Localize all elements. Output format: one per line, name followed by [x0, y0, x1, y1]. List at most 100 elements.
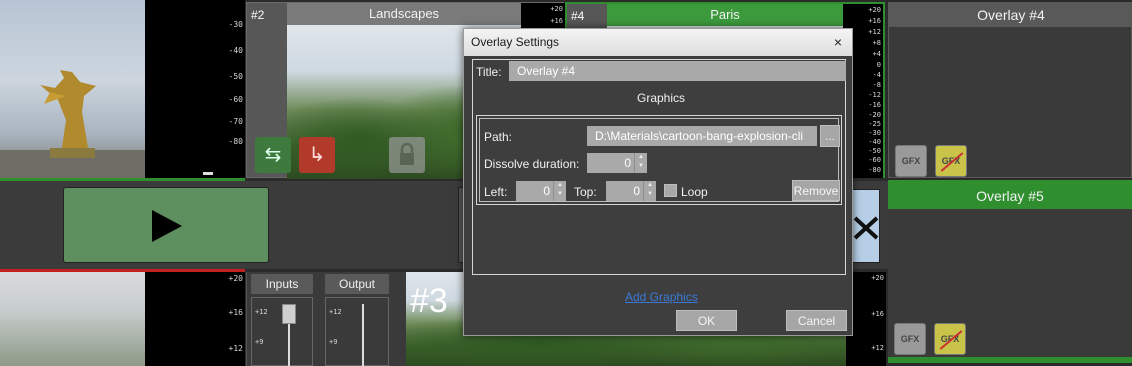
dialog-title: Overlay Settings [471, 35, 560, 49]
left-value: 0 [543, 184, 550, 198]
meter-tick: -16 [868, 101, 881, 109]
add-graphics-link[interactable]: Add Graphics [625, 290, 698, 304]
top-label: Top: [574, 185, 597, 199]
cut-icon[interactable]: ↳ [299, 137, 335, 173]
preview-top-left[interactable] [0, 0, 145, 178]
meter-tick: -12 [868, 91, 881, 99]
input-number: #2 [251, 8, 265, 22]
browse-button[interactable]: ... [820, 125, 840, 147]
play-icon [152, 210, 182, 242]
input-number: #4 [571, 9, 585, 23]
gfx-off-button[interactable]: GFX [935, 145, 967, 177]
dissolve-duration-value: 0 [624, 156, 631, 170]
meter-tick: +12 [228, 344, 243, 353]
fader-tick: +9 [329, 338, 338, 346]
meter-tick: +4 [872, 50, 881, 58]
top-value: 0 [633, 184, 640, 198]
left-stepper[interactable]: 0 ▲ ▼ [516, 181, 566, 201]
close-icon[interactable]: × [834, 29, 842, 56]
gfx-label: GFX [940, 334, 960, 344]
meter-tick: +16 [868, 17, 881, 25]
meter-tick: +16 [550, 17, 563, 25]
left-label: Left: [484, 185, 508, 199]
meter-tick: +20 [550, 5, 563, 13]
output-tab[interactable]: Output [325, 274, 389, 294]
path-label: Path: [484, 130, 513, 144]
gfx-off-button[interactable]: GFX [934, 323, 966, 355]
loop-label: Loop [681, 185, 708, 199]
meter-tick: -4 [872, 71, 881, 79]
dissolve-duration-stepper[interactable]: 0 ▲ ▼ [587, 153, 647, 173]
meter-tick: +12 [871, 344, 884, 352]
fader-tick: +9 [255, 338, 264, 346]
graphics-item-box: Path: D:\Materials\cartoon-bang-explosio… [476, 115, 842, 205]
stop-button[interactable] [852, 189, 880, 263]
meter-tick: +16 [228, 308, 243, 317]
lock-icon[interactable] [389, 137, 425, 173]
output-fader-box: +12 +9 [325, 297, 389, 366]
spin-arrows-icon[interactable]: ▲ ▼ [634, 153, 647, 173]
meter-tick: -25 [868, 120, 881, 128]
meter-tick: -8 [872, 81, 881, 89]
graphics-item-inner: Path: D:\Materials\cartoon-bang-explosio… [479, 118, 840, 202]
audio-mixer: Inputs Output +12 +9 +12 +9 [246, 272, 406, 366]
title-label: Title: [476, 65, 502, 79]
meter-tick: -70 [228, 117, 243, 126]
fader-tick: +12 [329, 308, 342, 316]
loop-checkbox[interactable] [664, 184, 677, 197]
gfx-button[interactable]: GFX [895, 145, 927, 177]
meter-tick: +20 [871, 274, 884, 282]
meter-tick: -50 [868, 147, 881, 155]
meter-tick: -30 [228, 20, 243, 29]
meter-tick: +20 [868, 6, 881, 14]
gfx-button[interactable]: GFX [894, 323, 926, 355]
input-number-large: #3 [410, 282, 448, 320]
preview-bottom-left-meter: +20 +16 +12 [145, 272, 245, 366]
meter-tick: -80 [868, 166, 881, 174]
spin-arrows-icon[interactable]: ▲ ▼ [643, 181, 656, 201]
meter-tick: +8 [872, 39, 881, 47]
meter-tick: -60 [868, 156, 881, 164]
dialog-title-bar[interactable]: Overlay Settings [464, 29, 852, 56]
spin-arrows-icon[interactable]: ▲ ▼ [553, 181, 566, 201]
inputs-fader-handle[interactable] [282, 304, 296, 324]
meter-tick: -20 [868, 111, 881, 119]
inputs-tab[interactable]: Inputs [251, 274, 313, 294]
graphics-heading: Graphics [637, 91, 686, 105]
dissolve-duration-label: Dissolve duration: [484, 157, 580, 171]
meter-tick: -60 [228, 95, 243, 104]
overlay-5-panel[interactable]: Overlay #5 GFX GFX [888, 180, 1132, 363]
meter-tick: -50 [228, 72, 243, 81]
preview-bottom-left[interactable] [0, 272, 145, 366]
top-stepper[interactable]: 0 ▲ ▼ [606, 181, 656, 201]
overlay-header: Overlay #4 [977, 7, 1045, 23]
meter-tick: -40 [868, 138, 881, 146]
meter-tick: -30 [868, 129, 881, 137]
gfx-label: GFX [941, 156, 961, 166]
cancel-button[interactable]: Cancel [786, 310, 847, 331]
fader-tick: +12 [255, 308, 268, 316]
meter-tick: +12 [868, 28, 881, 36]
overlay-settings-dialog: Overlay Settings × Title: Overlay #4 Gra… [463, 28, 853, 336]
meter-level [203, 172, 213, 175]
path-field[interactable]: D:\Materials\cartoon-bang-explosion-cli [587, 126, 817, 146]
transition-icon[interactable]: ⇆ [255, 137, 291, 173]
statue-image [0, 70, 145, 178]
meter-tick: -40 [228, 46, 243, 55]
meter-tick: -80 [228, 137, 243, 146]
input-title: Landscapes [368, 6, 440, 21]
play-button[interactable] [63, 187, 269, 263]
overlay-5-bottom-bar [888, 357, 1132, 363]
overlay-header: Overlay #5 [976, 188, 1044, 204]
meter-tick: +16 [871, 310, 884, 318]
remove-button[interactable]: Remove [792, 180, 840, 201]
output-fader-track[interactable] [362, 304, 364, 366]
input-title: Paris [710, 7, 740, 22]
overlay-4-panel[interactable]: Overlay #4 GFX GFX [888, 2, 1132, 178]
close-icon [853, 216, 879, 240]
ok-button[interactable]: OK [676, 310, 737, 331]
inputs-fader-box: +12 +9 [251, 297, 313, 366]
title-field[interactable]: Overlay #4 [509, 61, 846, 81]
dialog-body-frame: Title: Overlay #4 Graphics Path: D:\Mate… [472, 59, 846, 275]
meter-tick: +20 [228, 274, 243, 283]
